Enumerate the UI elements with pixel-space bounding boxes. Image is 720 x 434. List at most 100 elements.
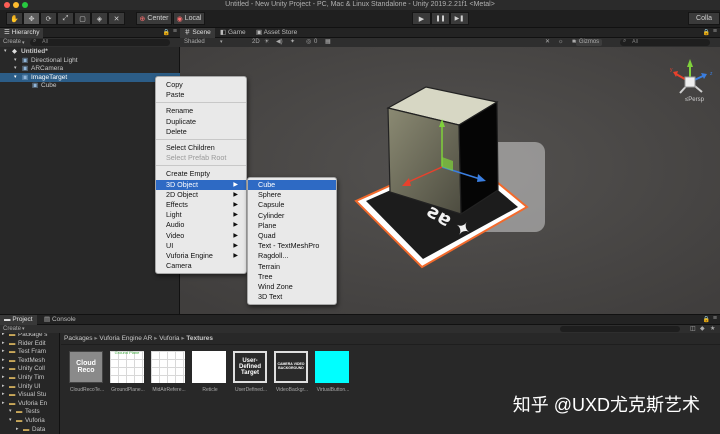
tab-project-label: Project — [12, 316, 33, 323]
folder-tree-item[interactable]: ▸ ▬ Data — [0, 425, 58, 434]
menu-item-light[interactable]: Light ▶ — [156, 210, 246, 220]
menu-item-3d-object[interactable]: 3D Object ▶ — [156, 179, 246, 190]
asset-tile[interactable]: Cloud Reco CloudRecoTe... — [67, 351, 105, 393]
menu-item-label: 2D Object — [166, 189, 198, 199]
search-placeholder: All — [42, 39, 49, 45]
submenu-item-terrain[interactable]: Terrain — [248, 262, 336, 272]
submenu-item-wind-zone[interactable]: Wind Zone — [248, 282, 336, 292]
asset-tile[interactable]: MidAirRefere... — [149, 351, 187, 393]
transform-tool-icon[interactable]: ◈ — [91, 12, 108, 25]
collab-label: Colla — [696, 15, 712, 22]
asset-tile[interactable]: User-Defined Target UserDefined... — [231, 351, 269, 393]
hand-tool-icon[interactable]: ✋ — [6, 12, 23, 25]
menu-item-video[interactable]: Video ▶ — [156, 231, 246, 241]
global-icon: ◉ — [176, 15, 183, 23]
view-options-icon[interactable]: ☼ — [558, 38, 564, 47]
submenu-item-tree[interactable]: Tree — [248, 272, 336, 282]
pause-button[interactable]: ❚❚ — [431, 12, 450, 25]
asset-tile[interactable]: CAMERA VIDEO BACKGROUND VideoBackgr... — [272, 351, 310, 393]
perspective-label[interactable]: ≤Persp — [685, 97, 704, 103]
hierarchy-search-input[interactable]: ⌕ All — [30, 38, 170, 46]
submenu-item-cube[interactable]: Cube — [248, 180, 336, 190]
asset-tile[interactable]: Reticle — [190, 351, 228, 393]
pivot-label: Center — [147, 15, 169, 22]
play-icon: ▶ — [418, 15, 425, 23]
rotate-tool-icon[interactable]: ⟳ — [40, 12, 57, 25]
menu-item-audio[interactable]: Audio ▶ — [156, 220, 246, 230]
menu-item-create-empty[interactable]: Create Empty — [156, 169, 246, 179]
mode-2d-toggle[interactable]: 2D — [252, 38, 260, 47]
gizmos-dropdown[interactable]: Gizmos — [576, 39, 602, 46]
tab-hierarchy[interactable]: ☰ Hierarchy — [0, 28, 44, 38]
search-icon: ⌕ — [623, 38, 627, 44]
play-button[interactable]: ▶ — [412, 12, 431, 25]
submenu-item-quad[interactable]: Quad — [248, 231, 336, 241]
asset-thumbnail-text: CAMERA VIDEO BACKGROUND — [277, 362, 305, 370]
submenu-item-capsule[interactable]: Capsule — [248, 200, 336, 210]
submenu-item-sphere[interactable]: Sphere — [248, 190, 336, 200]
submenu-arrow-icon: ▶ — [233, 242, 238, 249]
asset-tile[interactable]: VirtualButton... — [313, 351, 351, 393]
hierarchy-row-label: Cube — [41, 82, 57, 89]
menu-item-vuforia-engine[interactable]: Vuforia Engine ▶ — [156, 251, 246, 261]
tab-asset-store-label: Asset Store — [263, 29, 298, 36]
space-local-toggle[interactable]: ◉ Local — [173, 12, 205, 25]
tools-icon[interactable]: ✕ — [545, 38, 550, 47]
scale-tool-icon[interactable]: ⤢ — [57, 12, 74, 25]
hierarchy-subbar: Create ▾ ⌕ All — [0, 38, 180, 47]
pause-icon: ❚❚ — [435, 16, 446, 22]
dropdown-arrow-icon: ▾ — [220, 39, 223, 45]
menu-item-select-children[interactable]: Select Children — [156, 143, 246, 153]
menu-item-duplicate[interactable]: Duplicate — [156, 117, 246, 127]
expand-arrow-icon[interactable]: ▸ — [16, 425, 19, 434]
menu-item-ui[interactable]: UI ▶ — [156, 241, 246, 251]
menu-item-paste[interactable]: Paste — [156, 90, 246, 100]
submenu-arrow-icon: ▶ — [233, 232, 238, 239]
submenu-item-plane[interactable]: Plane — [248, 221, 336, 231]
lock-icon[interactable]: 🔒 — [703, 29, 710, 36]
hierarchy-create-dropdown[interactable]: Create — [0, 39, 21, 45]
folder-icon: ▬ — [23, 425, 30, 433]
submenu-item-text-textmeshpro[interactable]: Text - TextMeshPro — [248, 241, 336, 251]
store-icon: ▣ — [256, 29, 264, 36]
pivot-center-toggle[interactable]: ⊕ Center — [136, 12, 172, 25]
step-button[interactable]: ▶❚ — [450, 12, 469, 25]
dropdown-arrow-icon: ▾ — [22, 326, 25, 332]
panel-menu-icon[interactable]: ≡ — [173, 28, 177, 35]
submenu-item-ragdoll[interactable]: Ragdoll... — [248, 251, 336, 261]
asset-tile[interactable]: Ground Plane GroundPlane... — [108, 350, 146, 393]
panel-menu-icon[interactable]: ≡ — [713, 28, 717, 35]
submenu-item-3d-text[interactable]: 3D Text — [248, 292, 336, 302]
tab-game[interactable]: ◧ Game — [216, 28, 250, 38]
hidden-objects-icon[interactable]: ◎ — [306, 38, 311, 47]
shading-dropdown[interactable]: Shaded — [184, 38, 205, 47]
move-tool-icon[interactable]: ✥ — [23, 12, 40, 25]
menu-item-label: UI — [166, 240, 174, 250]
submenu-item-cylinder[interactable]: Cylinder — [248, 211, 336, 221]
menu-item-label: Copy — [166, 80, 183, 89]
tab-asset-store[interactable]: ▣ Asset Store — [252, 28, 301, 38]
custom-tool-icon[interactable]: ✕ — [108, 12, 125, 25]
submenu-arrow-icon: ▶ — [233, 181, 238, 188]
menu-item-camera[interactable]: Camera — [156, 261, 246, 271]
lock-icon[interactable]: 🔒 — [163, 29, 170, 36]
effects-icon[interactable]: ✦ — [290, 38, 295, 47]
menu-item-rename[interactable]: Rename — [156, 106, 246, 116]
collab-button[interactable]: Colla — [688, 12, 720, 25]
hierarchy-row[interactable]: ▣ Cube — [0, 81, 180, 90]
project-create-dropdown[interactable]: Create — [0, 326, 21, 332]
scene-search-input[interactable]: ⌕ All — [620, 38, 710, 46]
menu-item-2d-object[interactable]: 2D Object ▶ — [156, 190, 246, 200]
audio-icon[interactable]: ◀) — [276, 38, 283, 47]
grid-icon[interactable]: ▦ — [325, 38, 331, 47]
menu-item-copy[interactable]: Copy — [156, 80, 246, 90]
menu-item-effects[interactable]: Effects ▶ — [156, 200, 246, 210]
menu-item-label: Effects — [166, 200, 188, 209]
tab-project[interactable]: ▬ Project — [0, 315, 37, 325]
rect-tool-icon[interactable]: ▢ — [74, 12, 91, 25]
tab-scene[interactable]: ＃ Scene — [180, 28, 215, 38]
tab-hierarchy-label: Hierarchy — [11, 29, 40, 36]
scene-subbar: Shaded ▾ 2D ☀ ◀) ✦ ◎ 0 ▦ ✕ ☼ ■▸ Gizmos ⌕… — [180, 38, 720, 47]
lighting-icon[interactable]: ☀ — [264, 38, 269, 47]
menu-item-delete[interactable]: Delete — [156, 127, 246, 137]
